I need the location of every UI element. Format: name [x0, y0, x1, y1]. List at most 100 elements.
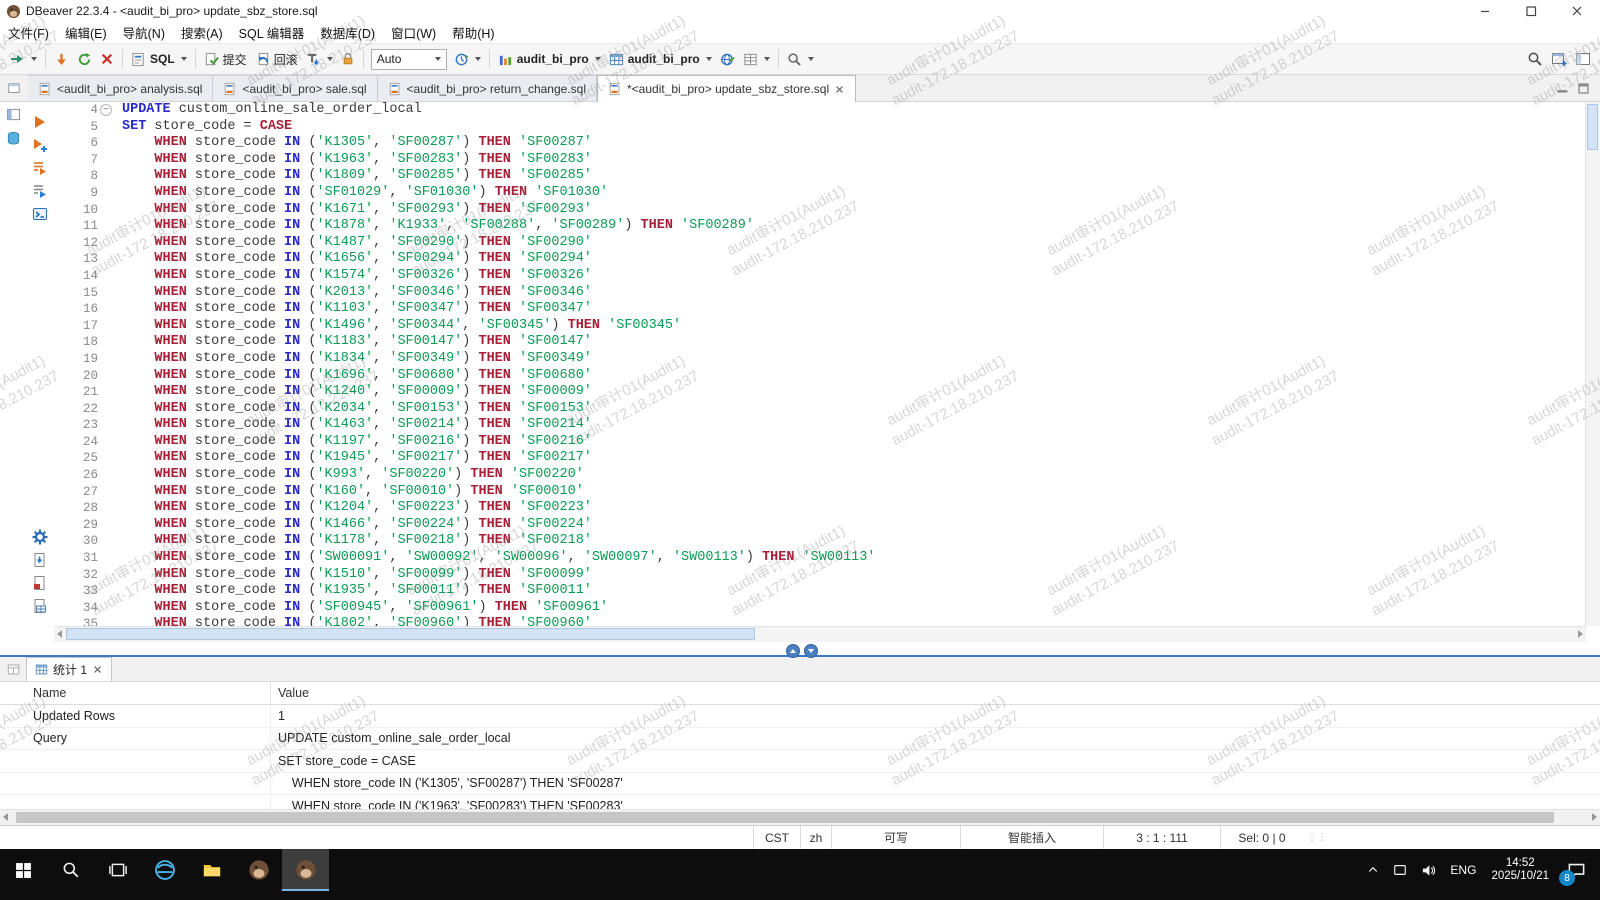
open-perspective-button[interactable]	[1548, 48, 1570, 70]
explain-plan-gear-icon[interactable]	[32, 529, 48, 545]
code-line[interactable]: WHEN store_code IN ('K1197', 'SF00216') …	[122, 434, 1600, 451]
tray-chevron-up-icon[interactable]	[1360, 849, 1386, 891]
fetch-data-button[interactable]	[51, 49, 72, 70]
code-line[interactable]: WHEN store_code IN ('K1671', 'SF00293') …	[122, 202, 1600, 219]
code-line[interactable]: WHEN store_code IN ('K1802', 'SF00960') …	[122, 616, 1600, 626]
close-button[interactable]	[1554, 0, 1600, 22]
toggle-panels-button[interactable]	[1572, 48, 1594, 70]
scrollbar-thumb[interactable]	[16, 812, 1554, 823]
internet-explorer-button[interactable]	[141, 849, 188, 891]
code-line[interactable]: WHEN store_code IN ('K1496', 'SF00344', …	[122, 318, 1600, 335]
menu-item-5[interactable]: 数据库(D)	[312, 21, 383, 44]
code-line[interactable]: WHEN store_code IN ('K160', 'SF00010') T…	[122, 484, 1600, 501]
code-line[interactable]: WHEN store_code IN ('K1305', 'SF00287') …	[122, 135, 1600, 152]
code-area[interactable]: UPDATE custom_online_sale_order_localSET…	[112, 102, 1600, 626]
code-line[interactable]: WHEN store_code IN ('SF00945', 'SF00961'…	[122, 600, 1600, 617]
fold-marker-icon[interactable]: −	[100, 104, 112, 116]
database-select[interactable]: audit_bi_pro	[495, 49, 604, 70]
table-row[interactable]: QueryUPDATE custom_online_sale_order_loc…	[0, 728, 1600, 751]
maximize-button[interactable]	[1508, 0, 1554, 22]
start-button[interactable]	[0, 849, 47, 891]
scrollbar-thumb[interactable]	[66, 628, 755, 640]
scroll-left-icon[interactable]	[57, 630, 62, 638]
results-horizontal-scrollbar[interactable]	[0, 809, 1600, 825]
tray-language-label[interactable]: ENG	[1443, 849, 1483, 891]
export-table-icon[interactable]	[32, 598, 48, 614]
action-center-button[interactable]: 8	[1557, 849, 1600, 891]
restore-navigator-icon[interactable]	[6, 107, 21, 122]
expand-panel-button[interactable]	[804, 644, 818, 658]
panel-sash[interactable]	[0, 642, 1600, 657]
table-row[interactable]: WHEN store_code IN ('K1963', 'SF00283') …	[0, 795, 1600, 809]
menu-item-1[interactable]: 编辑(E)	[57, 21, 115, 44]
dbeaver-taskbar-button[interactable]	[235, 849, 282, 891]
cancel-button[interactable]	[97, 49, 117, 69]
column-header-value[interactable]: Value	[270, 682, 1600, 704]
code-line[interactable]: WHEN store_code IN ('K1204', 'SF00223') …	[122, 500, 1600, 517]
column-header-name[interactable]: Name	[0, 682, 270, 704]
save-report-icon[interactable]	[32, 575, 48, 591]
execute-statement-icon[interactable]	[32, 114, 48, 130]
table-row[interactable]: WHEN store_code IN ('K1305', 'SF00287') …	[0, 773, 1600, 796]
task-view-button[interactable]	[94, 849, 141, 891]
editor-vertical-scrollbar[interactable]	[1585, 102, 1600, 626]
search-button[interactable]	[1524, 48, 1546, 70]
editor-tab-2[interactable]: <audit_bi_pro> return_change.sql	[378, 75, 597, 101]
code-line[interactable]: WHEN store_code IN ('K1178', 'SF00218') …	[122, 533, 1600, 550]
status-segment-0[interactable]: CST	[753, 826, 800, 849]
terminal-icon[interactable]	[32, 206, 48, 222]
database-navigator-icon[interactable]	[6, 131, 21, 146]
status-segment-1[interactable]: zh	[800, 826, 831, 849]
code-line[interactable]: WHEN store_code IN ('K1656', 'SF00294') …	[122, 251, 1600, 268]
code-line[interactable]: WHEN store_code IN ('K1487', 'SF00290') …	[122, 235, 1600, 252]
table-row[interactable]: SET store_code = CASE	[0, 750, 1600, 773]
menu-item-7[interactable]: 帮助(H)	[444, 21, 502, 44]
code-line[interactable]: WHEN store_code IN ('K1510', 'SF00099') …	[122, 567, 1600, 584]
code-line[interactable]: WHEN store_code IN ('K993', 'SF00220') T…	[122, 467, 1600, 484]
menu-item-4[interactable]: SQL 编辑器	[231, 21, 313, 44]
code-line[interactable]: WHEN store_code IN ('K1809', 'SF00285') …	[122, 168, 1600, 185]
close-tab-icon[interactable]	[834, 84, 845, 95]
editor-tab-0[interactable]: <audit_bi_pro> analysis.sql	[28, 75, 213, 101]
code-line[interactable]: WHEN store_code IN ('K1878', 'K1933', 'S…	[122, 218, 1600, 235]
execute-script-new-icon[interactable]	[32, 183, 48, 199]
transaction-mode-button[interactable]	[303, 49, 336, 70]
tray-volume-icon[interactable]	[1414, 849, 1443, 891]
menu-item-3[interactable]: 搜索(A)	[173, 21, 231, 44]
network-settings-button[interactable]	[717, 49, 738, 70]
export-result-icon[interactable]	[32, 552, 48, 568]
scroll-right-icon[interactable]	[1592, 813, 1597, 821]
minimize-view-icon[interactable]	[1556, 82, 1569, 95]
code-line[interactable]: WHEN store_code IN ('K1574', 'SF00326') …	[122, 268, 1600, 285]
taskbar-clock[interactable]: 14:52 2025/10/21	[1483, 857, 1557, 884]
code-line[interactable]: WHEN store_code IN ('K1183', 'SF00147') …	[122, 334, 1600, 351]
code-line[interactable]: WHEN store_code IN ('K1963', 'SF00283') …	[122, 152, 1600, 169]
code-line[interactable]: WHEN store_code IN ('K2034', 'SF00153') …	[122, 401, 1600, 418]
code-line[interactable]: WHEN store_code IN ('SW00091', 'SW00092'…	[122, 550, 1600, 567]
close-tab-icon[interactable]	[92, 664, 103, 675]
execute-script-icon[interactable]	[32, 160, 48, 176]
menu-item-2[interactable]: 导航(N)	[115, 21, 173, 44]
code-line[interactable]: WHEN store_code IN ('K1466', 'SF00224') …	[122, 517, 1600, 534]
scrollbar-thumb[interactable]	[1587, 104, 1598, 150]
tab-statistics[interactable]: 统计 1	[26, 657, 112, 681]
restore-panel-icon[interactable]	[0, 75, 28, 101]
dbeaver-taskbar-button-active[interactable]	[282, 849, 329, 891]
editor-tab-1[interactable]: <audit_bi_pro> sale.sql	[213, 75, 377, 101]
rollback-button[interactable]: 回滚	[252, 48, 301, 71]
scroll-left-icon[interactable]	[3, 813, 8, 821]
code-line[interactable]: WHEN store_code IN ('K1935', 'SF00011') …	[122, 583, 1600, 600]
code-line[interactable]: UPDATE custom_online_sale_order_local	[122, 102, 1600, 119]
code-line[interactable]: WHEN store_code IN ('K1103', 'SF00347') …	[122, 301, 1600, 318]
commit-mode-select[interactable]: Auto	[371, 49, 447, 70]
file-explorer-button[interactable]	[188, 849, 235, 891]
code-line[interactable]: WHEN store_code IN ('K1463', 'SF00214') …	[122, 417, 1600, 434]
new-sql-editor-button[interactable]: SQL	[128, 49, 190, 70]
transaction-log-button[interactable]	[451, 49, 484, 70]
taskbar-search-button[interactable]	[47, 849, 94, 891]
code-line[interactable]: WHEN store_code IN ('K1696', 'SF00680') …	[122, 368, 1600, 385]
tray-tablet-icon[interactable]	[1386, 849, 1414, 891]
status-segment-5[interactable]: Sel: 0 | 0	[1220, 826, 1303, 849]
code-line[interactable]: WHEN store_code IN ('K1945', 'SF00217') …	[122, 450, 1600, 467]
editor-tab-3[interactable]: *<audit_bi_pro> update_sbz_store.sql	[597, 75, 856, 103]
